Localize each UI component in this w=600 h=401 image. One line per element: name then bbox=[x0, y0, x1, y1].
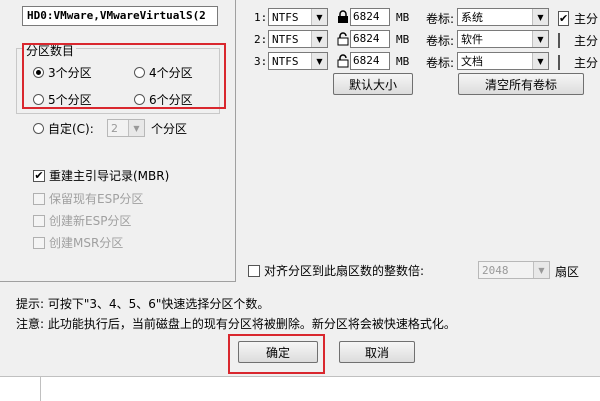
custom-count-label: 自定(C): bbox=[48, 122, 94, 136]
partition-row-3: 3: NTFS ▼ 6824 MB 卷标: 文档 ▼ 主分 bbox=[254, 52, 600, 72]
create-esp-label: 创建新ESP分区 bbox=[49, 214, 132, 228]
checkbox-rebuild-mbr[interactable]: ✔ 重建主引导记录(MBR) bbox=[33, 167, 169, 184]
highlight-box-partition-count bbox=[22, 43, 226, 109]
partition-number: 2: bbox=[254, 33, 268, 46]
filesystem-value: NTFS bbox=[272, 10, 299, 24]
chevron-down-icon[interactable]: ▼ bbox=[128, 120, 144, 136]
size-unit: MB bbox=[396, 11, 410, 24]
checkbox-icon[interactable] bbox=[33, 192, 45, 205]
volume-label-select[interactable]: 系统 ▼ bbox=[457, 8, 549, 26]
chevron-down-icon[interactable]: ▼ bbox=[311, 53, 327, 69]
primary-label: 主分 bbox=[574, 56, 599, 70]
align-sector-select[interactable]: 2048 ▼ bbox=[478, 261, 550, 279]
primary-label: 主分 bbox=[574, 34, 599, 48]
partition-size-input[interactable]: 6824 bbox=[350, 52, 390, 70]
custom-count-value: 2 bbox=[111, 121, 118, 135]
lock-icon[interactable] bbox=[337, 10, 349, 24]
volume-label-value: 软件 bbox=[461, 33, 483, 46]
primary-label: 主分 bbox=[574, 12, 599, 26]
volume-label-select[interactable]: 文档 ▼ bbox=[457, 52, 549, 70]
checkbox-keep-esp[interactable]: 保留现有ESP分区 bbox=[33, 190, 143, 207]
partition-row-1: 1: NTFS ▼ 6824 MB 卷标: 系统 ▼ ✔ 主分 bbox=[254, 8, 600, 28]
checkbox-icon[interactable] bbox=[33, 236, 45, 249]
checkbox-create-esp[interactable]: 创建新ESP分区 bbox=[33, 212, 131, 229]
keep-esp-label: 保留现有ESP分区 bbox=[49, 192, 144, 206]
divider bbox=[40, 377, 41, 401]
custom-count-select[interactable]: 2 ▼ bbox=[107, 119, 145, 137]
checkbox-icon[interactable] bbox=[33, 214, 45, 227]
filesystem-select[interactable]: NTFS ▼ bbox=[268, 52, 328, 70]
chevron-down-icon[interactable]: ▼ bbox=[311, 9, 327, 25]
chevron-down-icon[interactable]: ▼ bbox=[532, 9, 548, 25]
rebuild-mbr-label: 重建主引导记录(MBR) bbox=[49, 169, 170, 183]
volume-label-select[interactable]: 软件 ▼ bbox=[457, 30, 549, 48]
partition-row-2: 2: NTFS ▼ 6824 MB 卷标: 软件 ▼ 主分 bbox=[254, 30, 600, 50]
highlight-box-ok bbox=[228, 334, 325, 374]
align-unit: 扇区 bbox=[555, 265, 580, 279]
cancel-button[interactable]: 取消 bbox=[339, 341, 415, 363]
chevron-down-icon[interactable]: ▼ bbox=[532, 31, 548, 47]
warning-text: 注意: 此功能执行后，当前磁盘上的现有分区将被删除。新分区将会被快速格式化。 bbox=[16, 317, 456, 331]
chevron-down-icon[interactable]: ▼ bbox=[532, 53, 548, 69]
disk-name-field: HD0:VMware,VMwareVirtualS(2 bbox=[22, 6, 218, 26]
size-unit: MB bbox=[396, 33, 410, 46]
primary-checkbox[interactable] bbox=[558, 33, 560, 48]
partition-size-input[interactable]: 6824 bbox=[350, 8, 390, 26]
partition-size-input[interactable]: 6824 bbox=[350, 30, 390, 48]
radio-icon[interactable] bbox=[33, 123, 44, 134]
volume-label-value: 系统 bbox=[461, 11, 483, 24]
volume-label-caption: 卷标: bbox=[426, 12, 455, 26]
filesystem-select[interactable]: NTFS ▼ bbox=[268, 8, 328, 26]
unlock-icon[interactable] bbox=[337, 54, 349, 68]
size-unit: MB bbox=[396, 55, 410, 68]
custom-count-suffix: 个分区 bbox=[151, 122, 188, 136]
hint-text: 提示: 可按下"3、4、5、6"快速选择分区个数。 bbox=[16, 297, 270, 311]
background-window-strip bbox=[0, 376, 600, 401]
radio-custom-count[interactable]: 自定(C): bbox=[33, 120, 94, 137]
checkbox-create-msr[interactable]: 创建MSR分区 bbox=[33, 234, 123, 251]
checkbox-checked-icon[interactable]: ✔ bbox=[33, 169, 45, 182]
volume-label-value: 文档 bbox=[461, 55, 483, 68]
checkbox-icon[interactable] bbox=[248, 264, 260, 277]
align-sector-value: 2048 bbox=[482, 263, 509, 277]
partition-number: 1: bbox=[254, 11, 268, 24]
primary-checkbox[interactable]: ✔ bbox=[558, 11, 570, 26]
volume-label-caption: 卷标: bbox=[426, 34, 455, 48]
partition-number: 3: bbox=[254, 55, 268, 68]
checkbox-align[interactable]: 对齐分区到此扇区数的整数倍: bbox=[248, 262, 424, 279]
default-size-button[interactable]: 默认大小 bbox=[333, 73, 413, 95]
clear-labels-button[interactable]: 清空所有卷标 bbox=[458, 73, 584, 95]
filesystem-value: NTFS bbox=[272, 32, 299, 46]
volume-label-caption: 卷标: bbox=[426, 56, 455, 70]
chevron-down-icon[interactable]: ▼ bbox=[533, 262, 549, 278]
filesystem-select[interactable]: NTFS ▼ bbox=[268, 30, 328, 48]
align-label: 对齐分区到此扇区数的整数倍: bbox=[264, 264, 425, 278]
create-msr-label: 创建MSR分区 bbox=[49, 236, 124, 250]
unlock-icon[interactable] bbox=[337, 32, 349, 46]
primary-checkbox[interactable] bbox=[558, 55, 560, 70]
chevron-down-icon[interactable]: ▼ bbox=[311, 31, 327, 47]
filesystem-value: NTFS bbox=[272, 54, 299, 68]
